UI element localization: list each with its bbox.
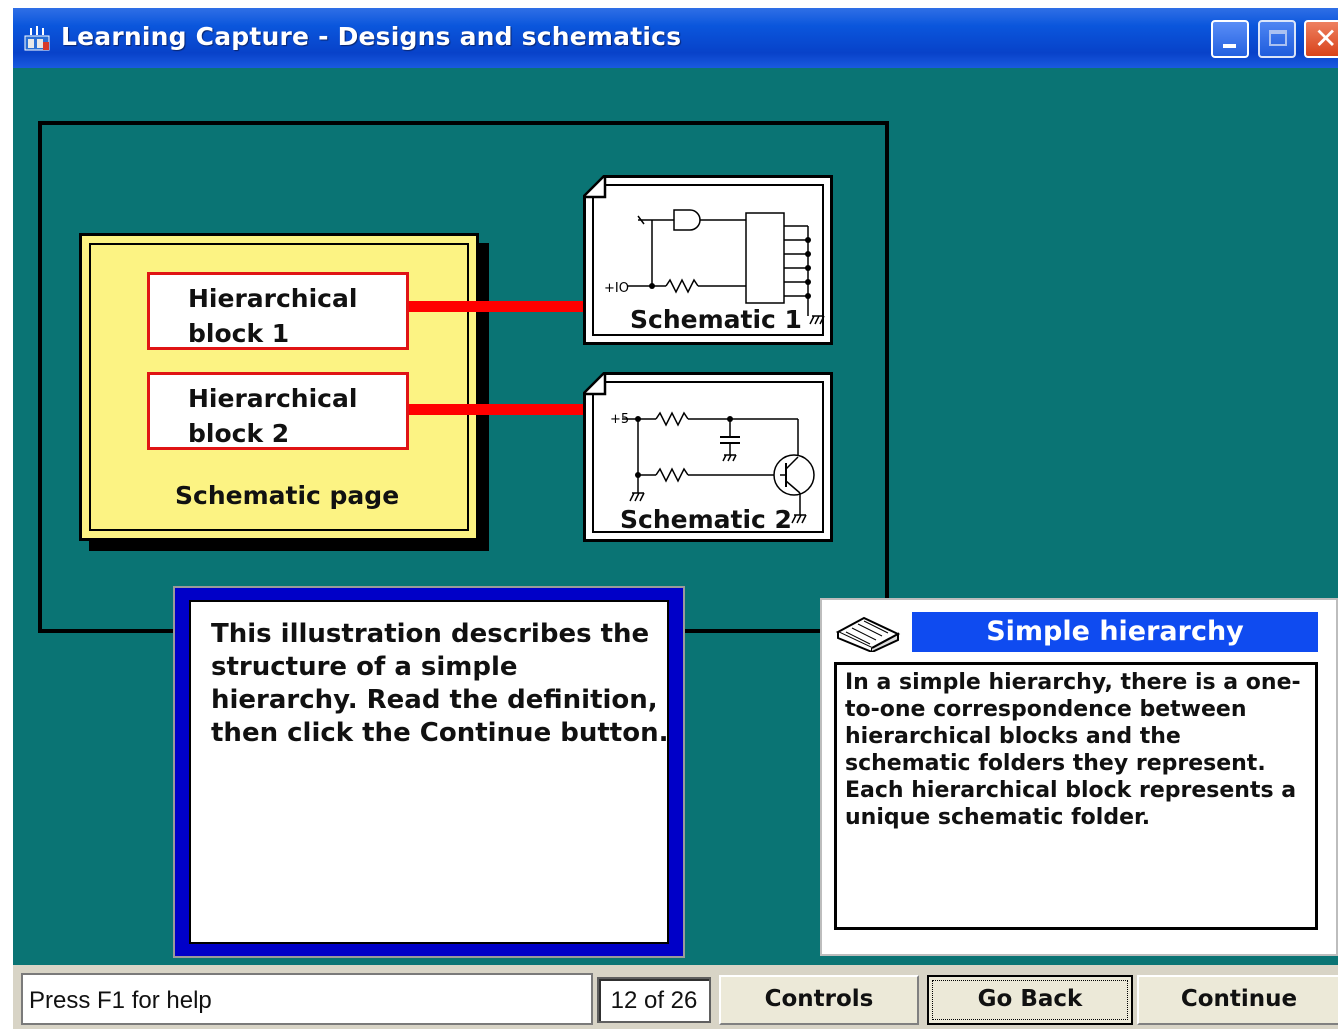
connector-line-1 [409,301,609,312]
schematic-2-label: Schematic 2 [620,505,792,534]
close-button[interactable]: ✕ [1304,20,1338,58]
hierarchical-block-1-label: Hierarchical block 1 [188,284,358,348]
minimize-button[interactable] [1211,20,1249,58]
instruction-text: This illustration describes the structur… [211,619,669,748]
schematic-1-pin-label: +IO [604,281,629,296]
page-counter: 12 of 26 [597,977,711,1023]
hierarchical-block-2: Hierarchical block 2 [147,372,409,450]
schematic-1-fold-corner [583,175,607,199]
app-icon [24,26,50,51]
hierarchical-block-2-label: Hierarchical block 2 [188,384,358,448]
definition-body: In a simple hierarchy, there is a one-to… [834,662,1318,930]
maximize-icon [1269,30,1287,46]
close-icon: ✕ [1314,22,1338,55]
schematic-page-label: Schematic page [175,481,400,510]
title-bar[interactable]: Learning Capture - Designs and schematic… [13,8,1338,68]
minimize-icon [1223,44,1236,48]
definition-title: Simple hierarchy [912,612,1318,652]
schematic-2-fold-corner [583,372,607,396]
definition-text: In a simple hierarchy, there is a one-to… [845,670,1301,830]
instruction-panel: This illustration describes the structur… [173,586,685,958]
continue-button[interactable]: Continue [1137,975,1338,1025]
definition-panel: Simple hierarchy In a simple hierarchy, … [820,598,1338,956]
hierarchical-block-1: Hierarchical block 1 [147,272,409,350]
page-counter-text: 12 of 26 [610,987,698,1014]
book-icon [835,616,901,652]
controls-button[interactable]: Controls [719,975,919,1025]
window-title: Learning Capture - Designs and schematic… [61,22,682,51]
schematic-1-card: +IO Schematic 1 [583,175,833,345]
go-back-button[interactable]: Go Back [927,975,1133,1025]
connector-line-2 [409,404,605,415]
maximize-button[interactable] [1258,20,1296,58]
help-status-text: Press F1 for help [29,987,212,1014]
schematic-2-card: +5 Schematic 2 [583,372,833,542]
help-status-field: Press F1 for help [21,973,593,1025]
schematic-1-label: Schematic 1 [630,305,802,334]
status-bar: Press F1 for help 12 of 26 Controls Go B… [13,965,1338,1029]
app-window: Learning Capture - Designs and schematic… [13,8,1338,1029]
